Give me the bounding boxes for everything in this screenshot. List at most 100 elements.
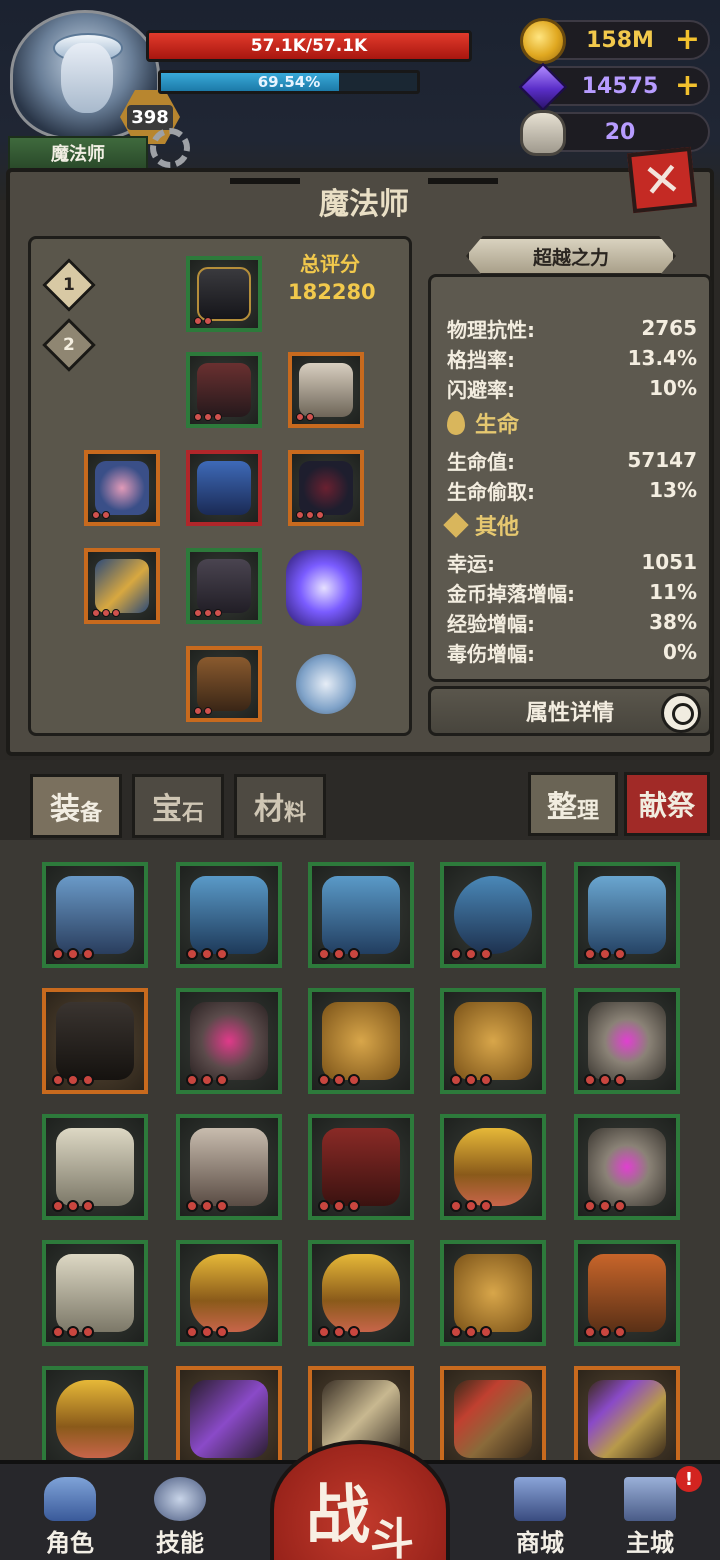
inventory-slot[interactable] <box>176 988 282 1094</box>
inventory-slot[interactable] <box>574 862 680 968</box>
tab-label-small: 备 <box>79 801 102 826</box>
helmet-slot[interactable] <box>186 256 262 332</box>
inventory-slot[interactable] <box>440 862 546 968</box>
gem-icon <box>518 62 568 112</box>
inventory-slot[interactable] <box>440 1366 546 1472</box>
skull-value: 20 <box>604 119 636 145</box>
socket-dots <box>194 609 222 617</box>
transcend-ribbon[interactable]: 超越之力 <box>466 236 676 276</box>
armor-slot[interactable] <box>186 352 262 428</box>
inventory-slot[interactable] <box>574 1366 680 1472</box>
stat-row: 格挡率: 13.4% <box>447 343 697 373</box>
gold-value: 158M <box>586 27 654 53</box>
inventory-tabs: 装备 宝石 材料 整理 献祭 <box>0 760 720 840</box>
necklace-slot[interactable] <box>288 450 364 526</box>
nav-label: 角色 <box>46 1529 94 1557</box>
skill-swirl-icon <box>154 1477 206 1521</box>
medal-icon <box>295 653 357 715</box>
inventory-slot[interactable] <box>308 1114 414 1220</box>
inventory-slot[interactable] <box>308 1240 414 1346</box>
inventory-slot[interactable] <box>574 1114 680 1220</box>
skull-helmet-icon <box>587 1001 667 1081</box>
skull-counter: 20 <box>520 110 710 156</box>
ram-skull-icon <box>520 110 566 156</box>
gold-bracer-icon <box>453 1127 533 1207</box>
inventory-slot[interactable] <box>176 1114 282 1220</box>
panel-title: 魔法师 <box>319 187 409 222</box>
socket-dots <box>296 413 314 421</box>
ribbon-icon <box>196 460 252 516</box>
boots-slot[interactable] <box>186 646 262 722</box>
stats-list[interactable]: 物理抗性: 2765 格挡率: 13.4% 闪避率: 10% 生命 生命值: 57147… <box>428 274 712 682</box>
inventory-slot[interactable] <box>176 862 282 968</box>
nav-shop[interactable]: 商城 <box>498 1474 582 1558</box>
claw-blade-icon <box>189 1379 269 1459</box>
inventory-slot[interactable] <box>42 1366 148 1472</box>
inventory-slot[interactable] <box>308 988 414 1094</box>
sort-label: 整 <box>546 790 577 825</box>
tab-label-small: 石 <box>181 801 204 826</box>
staff-icon <box>94 558 150 614</box>
mount-slot[interactable] <box>288 352 364 428</box>
orb-slot[interactable] <box>276 540 372 636</box>
shield-slot[interactable] <box>84 450 160 526</box>
inventory-slot[interactable] <box>308 862 414 968</box>
nav-skills[interactable]: 技能 <box>138 1474 222 1558</box>
battle-label: 战 <box>306 1479 370 1553</box>
golden-gloves-icon <box>453 1001 533 1081</box>
stat-label: 格挡率: <box>447 347 515 372</box>
inventory-slot[interactable] <box>440 1240 546 1346</box>
nav-label: 主城 <box>626 1529 674 1557</box>
inventory-slot[interactable] <box>42 862 148 968</box>
role-icon <box>44 1477 96 1521</box>
score-label: 总评分 <box>300 252 360 276</box>
inventory-slot[interactable] <box>440 1114 546 1220</box>
gold-bracer-icon <box>189 1253 269 1333</box>
tab-gems[interactable]: 宝石 <box>132 774 224 838</box>
xp-text: 69.54% <box>257 73 321 91</box>
inventory-slot[interactable] <box>574 988 680 1094</box>
attribute-detail-button[interactable]: 属性详情 <box>428 686 712 736</box>
tab-materials[interactable]: 材料 <box>234 774 326 838</box>
hp-text: 57.1K/57.1K <box>250 36 368 56</box>
tab-label: 宝 <box>151 792 182 827</box>
inventory-slot[interactable] <box>176 1240 282 1346</box>
wizard-hat-icon <box>189 875 269 955</box>
sacrifice-button[interactable]: 献祭 <box>624 772 710 836</box>
inventory-slot[interactable] <box>574 1240 680 1346</box>
inventory-slot[interactable] <box>42 1114 148 1220</box>
stat-row: 经验增幅: 38% <box>447 607 697 637</box>
weapon-slot[interactable] <box>84 548 160 624</box>
add-gem-button[interactable]: + <box>675 70 700 102</box>
gloves-slot[interactable] <box>186 548 262 624</box>
stat-row: 生命偷取: 13% <box>447 475 697 505</box>
stat-label: 幸运: <box>447 551 495 576</box>
drop-icon <box>447 411 465 435</box>
hp-bar: 57.1K/57.1K <box>146 30 472 62</box>
sneakers-icon <box>55 875 135 955</box>
section-title: 其他 <box>475 515 520 540</box>
inventory-slot[interactable] <box>176 1366 282 1472</box>
life-section-header: 生命 <box>447 407 519 439</box>
belt-slot[interactable] <box>186 450 262 526</box>
class-ribbon: 魔法师 <box>8 136 148 170</box>
gold-bracer-icon <box>55 1379 135 1459</box>
close-button[interactable]: ✕ <box>627 146 697 214</box>
robe-icon <box>321 875 401 955</box>
tab-equipment[interactable]: 装备 <box>30 774 122 838</box>
inventory-slot[interactable] <box>42 1240 148 1346</box>
nav-role[interactable]: 角色 <box>28 1474 112 1558</box>
gem-counter: 14575 + <box>518 62 710 112</box>
stat-label: 生命偷取: <box>447 479 535 504</box>
loadout-label: 2 <box>63 335 75 355</box>
gem-value: 14575 <box>581 73 659 99</box>
red-robe-icon <box>321 1127 401 1207</box>
medal-slot[interactable] <box>288 646 364 722</box>
crown-helmet-icon <box>196 266 252 322</box>
inventory-slot[interactable] <box>42 988 148 1094</box>
inventory-slot[interactable] <box>440 988 546 1094</box>
gear-icon[interactable] <box>150 128 190 168</box>
stat-label: 毒伤增幅: <box>447 641 535 666</box>
sort-button[interactable]: 整理 <box>528 772 618 836</box>
add-gold-button[interactable]: + <box>675 24 700 56</box>
